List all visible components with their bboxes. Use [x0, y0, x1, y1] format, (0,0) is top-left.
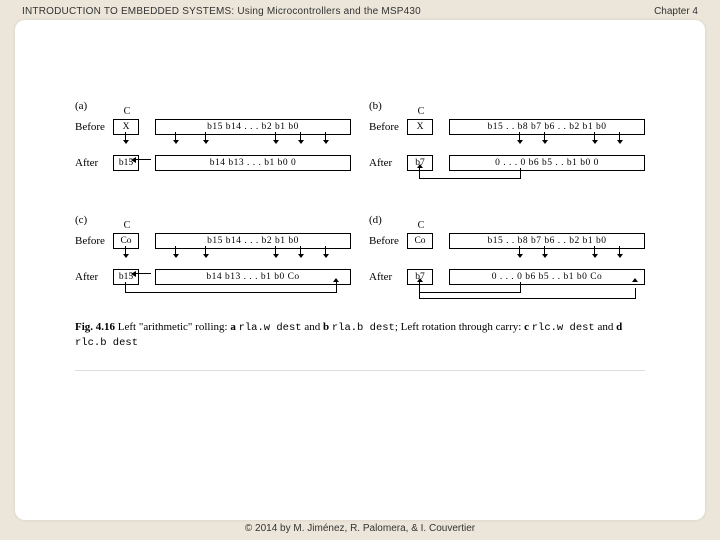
caption-text: Left "arithmetic" rolling: [115, 321, 230, 333]
reg-after: b14 b13 . . . b1 b0 0 [155, 155, 351, 171]
before-label: Before [369, 121, 407, 133]
carry-before: Co [407, 233, 433, 249]
arrow-up-icon [417, 278, 423, 282]
caption-bold: b [323, 321, 332, 333]
panel-b: (b) Before C X b15 . . b8 b7 b6 . . b2 b… [369, 100, 645, 188]
book-title: INTRODUCTION TO EMBEDDED SYSTEMS: Using … [22, 6, 421, 17]
reg-before: b15 . . b8 b7 b6 . . b2 b1 b0 [449, 119, 645, 135]
chapter-label: Chapter 4 [654, 6, 698, 17]
carry-wrap-line [125, 282, 337, 293]
reg-before: b15 . . b8 b7 b6 . . b2 b1 b0 [449, 233, 645, 249]
arrow-up-icon [417, 164, 423, 168]
after-label: After [75, 157, 113, 169]
caption-text: ; Left rotation through carry: [395, 321, 524, 333]
c-header: C [407, 220, 435, 231]
figure-area: (a) Before C X b15 b14 . . . b2 b1 b0 [75, 100, 645, 371]
panel-d: (d) Before C Co b15 . . b8 b7 b6 . . b2 … [369, 214, 645, 302]
page-card: (a) Before C X b15 b14 . . . b2 b1 b0 [15, 20, 705, 520]
row-after: After b15 b14 b13 . . . b1 b0 0 [75, 152, 351, 174]
c-header: C [113, 220, 141, 231]
before-label: Before [75, 121, 113, 133]
caption-code: rla.b dest [332, 322, 395, 334]
caption-bold: d [616, 321, 622, 333]
reg-before: b15 b14 . . . b2 b1 b0 [155, 233, 351, 249]
caption-text: and [302, 321, 323, 333]
after-label: After [369, 157, 407, 169]
after-label: After [369, 271, 407, 283]
caption-bold: c [524, 321, 532, 333]
shift-arrow-icon [135, 273, 151, 274]
c-header: C [113, 106, 141, 117]
divider [75, 370, 645, 371]
carry-before: X [113, 119, 139, 135]
carry-before: X [407, 119, 433, 135]
reg-before: b15 b14 . . . b2 b1 b0 [155, 119, 351, 135]
figure-caption: Fig. 4.16 Left "arithmetic" rolling: a r… [75, 320, 645, 350]
caption-code: rlc.b dest [75, 337, 138, 349]
panel-a: (a) Before C X b15 b14 . . . b2 b1 b0 [75, 100, 351, 188]
caption-code: rlc.w dest [532, 322, 595, 334]
before-label: Before [369, 235, 407, 247]
caption-bold: a [230, 321, 238, 333]
carry-before: Co [113, 233, 139, 249]
caption-code: rla.w dest [239, 322, 302, 334]
caption-text: and [595, 321, 616, 333]
row-before: Before C X b15 b14 . . . b2 b1 b0 [75, 116, 351, 138]
copyright-footer: © 2014 by M. Jiménez, R. Palomera, & I. … [0, 523, 720, 534]
carry-wrap-line [419, 168, 521, 179]
fig-number: Fig. 4.16 [75, 321, 115, 333]
panel-c: (c) Before C Co b15 b14 . . . b2 b1 b0 [75, 214, 351, 302]
before-label: Before [75, 235, 113, 247]
arrow-up-icon [333, 278, 339, 282]
carry-wrap-line [419, 288, 636, 299]
after-label: After [75, 271, 113, 283]
c-header: C [407, 106, 435, 117]
shift-arrow-icon [135, 159, 151, 160]
arrow-up-icon [632, 278, 638, 282]
